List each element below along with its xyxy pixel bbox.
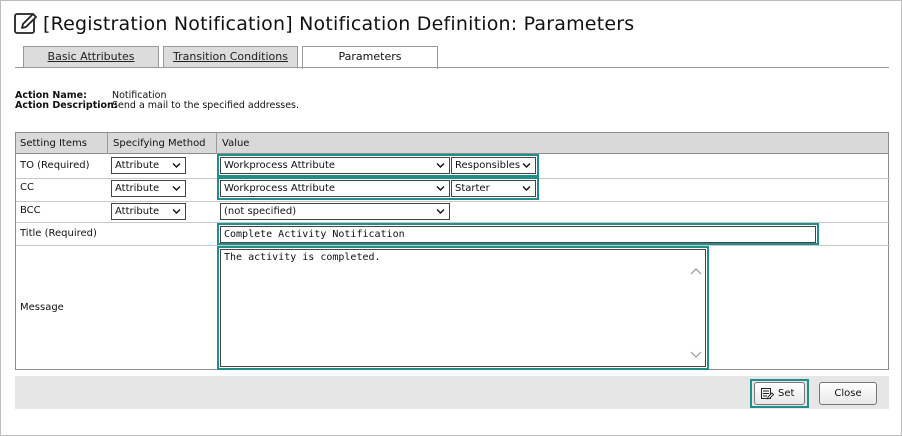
chevron-down-icon (436, 186, 445, 191)
chevron-down-icon (172, 209, 181, 214)
title-row: [Registration Notification] Notification… (13, 11, 634, 37)
chevron-down-icon (522, 163, 531, 168)
edit-icon (14, 13, 37, 34)
row-label-cc: CC (20, 182, 34, 193)
row-label-bcc: BCC (20, 205, 41, 216)
tab-transition-conditions[interactable]: Transition Conditions (163, 46, 298, 68)
close-button[interactable]: Close (819, 382, 877, 405)
chevron-down-icon (522, 186, 531, 191)
to-value-select[interactable]: Workprocess Attribute (220, 157, 450, 174)
scroll-up-icon[interactable] (690, 267, 702, 275)
set-button[interactable]: Set (754, 382, 805, 405)
bcc-value-select[interactable]: (not specified) (220, 203, 450, 220)
action-description-label: Action Description: (15, 100, 118, 111)
to-method-select[interactable]: Attribute (111, 157, 186, 174)
header-value: Value (222, 138, 250, 149)
scroll-down-icon[interactable] (690, 351, 702, 359)
title-input[interactable]: Complete Activity Notification (220, 226, 816, 243)
grid-divider (216, 133, 217, 154)
action-description-value: Send a mail to the specified addresses. (112, 100, 300, 111)
grid-divider (107, 133, 108, 154)
bcc-method-select[interactable]: Attribute (111, 203, 186, 220)
set-icon (761, 388, 774, 400)
to-subvalue-select[interactable]: Responsibles (451, 157, 536, 174)
chevron-down-icon (436, 163, 445, 168)
chevron-down-icon (172, 163, 181, 168)
tab-bar: Basic Attributes Transition Conditions P… (23, 46, 442, 69)
message-textarea[interactable]: The activity is completed. (220, 249, 706, 367)
row-label-to: TO (Required) (20, 160, 90, 171)
header-setting-items: Setting Items (20, 138, 87, 149)
footer-bar: Set Close (15, 376, 889, 409)
cc-method-select[interactable]: Attribute (111, 180, 186, 197)
parameter-grid: Setting Items Specifying Method Value TO… (15, 132, 890, 370)
chevron-down-icon (172, 186, 181, 191)
cc-value-select[interactable]: Workprocess Attribute (220, 180, 450, 197)
header-specifying-method: Specifying Method (113, 138, 206, 149)
dialog-frame: [Registration Notification] Notification… (0, 0, 902, 436)
tab-parameters[interactable]: Parameters (302, 46, 438, 69)
cc-subvalue-select[interactable]: Starter (451, 180, 536, 197)
action-info: Action Name: Notification Action Descrip… (15, 91, 299, 111)
tab-divider (15, 67, 889, 68)
row-divider (16, 201, 890, 202)
chevron-down-icon (436, 209, 445, 214)
page-title: [Registration Notification] Notification… (43, 13, 635, 35)
row-label-message: Message (20, 302, 64, 313)
tab-basic-attributes[interactable]: Basic Attributes (23, 46, 159, 68)
row-label-title: Title (Required) (20, 228, 97, 239)
